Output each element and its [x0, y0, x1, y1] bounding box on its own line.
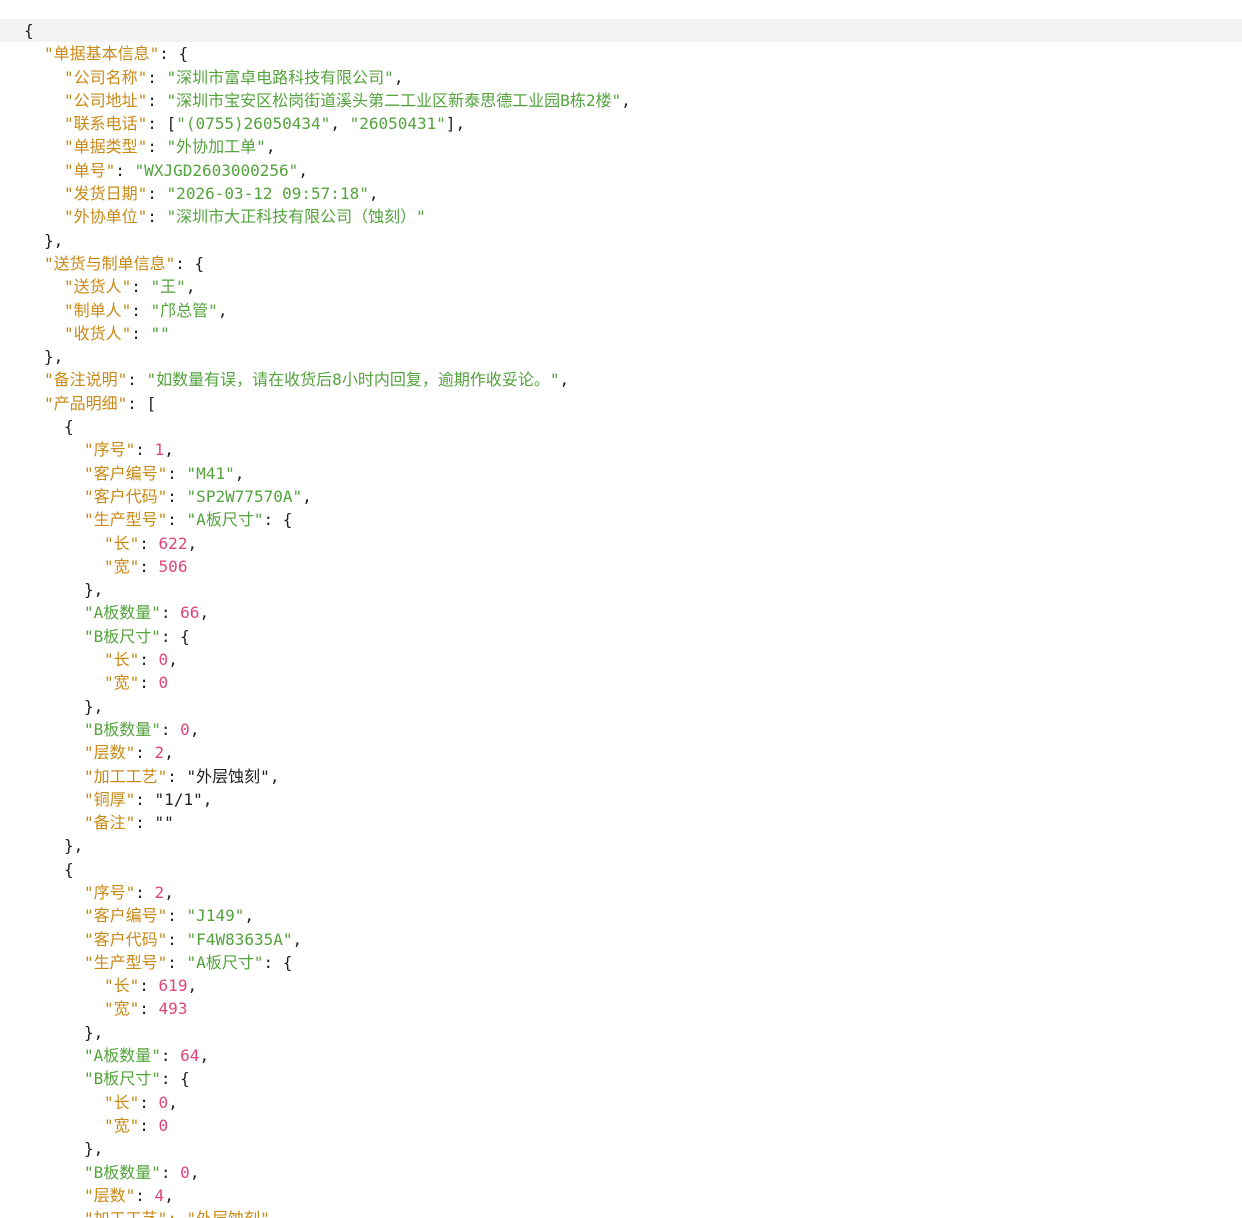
code-line: "外协单位": "深圳市大正科技有限公司（蚀刻）" — [64, 207, 426, 227]
code-line: "序号": 1, — [84, 440, 174, 460]
code-line: "单据类型": "外协加工单", — [64, 137, 276, 157]
code-line: "宽": 493 — [104, 999, 188, 1019]
code-line: }, — [84, 1139, 104, 1159]
code-line: "单据基本信息": { — [44, 44, 189, 64]
code-line: "公司名称": "深圳市富卓电路科技有限公司", — [64, 67, 404, 87]
code-line: "收货人": "" — [64, 323, 170, 343]
json-viewer[interactable]: { "单据基本信息": { "公司名称": "深圳市富卓电路科技有限公司", "… — [0, 0, 1242, 1218]
code-line: "B板数量": 0, — [84, 719, 200, 739]
code-line: "序号": 2, — [84, 882, 174, 902]
code-line: "客户代码": "SP2W77570A", — [84, 486, 312, 506]
code-line: "加工工艺": "外层蚀刻", — [84, 766, 280, 786]
code-line: "送货人": "王", — [64, 277, 196, 297]
code-line: "发货日期": "2026-03-12 09:57:18", — [64, 184, 379, 204]
code-line: "联系电话": ["(0755)26050434", "26050431"], — [64, 114, 466, 134]
code-line: { — [64, 417, 74, 437]
code-line: "单号": "WXJGD2603000256", — [64, 160, 308, 180]
code-line: "备注说明": "如数量有误，请在收货后8小时内回复，逾期作收妥论。", — [44, 370, 570, 390]
code-line: "长": 0, — [104, 650, 178, 670]
code-line: }, — [84, 696, 104, 716]
code-line: }, — [64, 836, 84, 856]
code-line: "铜厚": "1/1", — [84, 789, 213, 809]
code-line: "宽": 0 — [104, 673, 169, 693]
code-line: "B板尺寸": { — [84, 1069, 190, 1089]
code-line: "长": 0, — [104, 1092, 178, 1112]
code-line: "生产型号": "A板尺寸": { — [84, 952, 293, 972]
code-line: "公司地址": "深圳市宝安区松岗街道溪头第二工业区新泰思德工业园B栋2楼", — [64, 90, 631, 110]
code-line: "B板尺寸": { — [84, 626, 190, 646]
code-line: { — [64, 859, 74, 879]
code-line: { — [0, 19, 1242, 43]
code-line: "产品明细": [ — [44, 393, 157, 413]
code-line: }, — [84, 1022, 104, 1042]
code-line: "层数": 4, — [84, 1185, 174, 1205]
code-line: }, — [84, 580, 104, 600]
code-line: }, — [44, 347, 64, 367]
code-line: "加工工艺": "外层蚀刻", — [0, 1207, 1242, 1218]
code-line: "长": 619, — [104, 976, 198, 996]
code-line: "备注": "" — [84, 813, 174, 833]
code-line: "宽": 506 — [104, 556, 188, 576]
json-code-block: { "单据基本信息": { "公司名称": "深圳市富卓电路科技有限公司", "… — [0, 19, 1242, 1218]
code-line: "客户代码": "F4W83635A", — [84, 929, 303, 949]
code-line: "宽": 0 — [104, 1115, 169, 1135]
code-line: "层数": 2, — [84, 743, 174, 763]
code-line: "客户编号": "M41", — [84, 463, 245, 483]
code-line: "A板数量": 66, — [84, 603, 210, 623]
code-line: "A板数量": 64, — [84, 1046, 210, 1066]
code-line: }, — [44, 230, 64, 250]
code-line: "客户编号": "J149", — [84, 906, 254, 926]
code-line: "长": 622, — [104, 533, 198, 553]
code-line: "送货与制单信息": { — [44, 253, 205, 273]
code-line: "B板数量": 0, — [84, 1162, 200, 1182]
code-line: "生产型号": "A板尺寸": { — [84, 510, 293, 530]
code-line: "制单人": "邝总管", — [64, 300, 228, 320]
